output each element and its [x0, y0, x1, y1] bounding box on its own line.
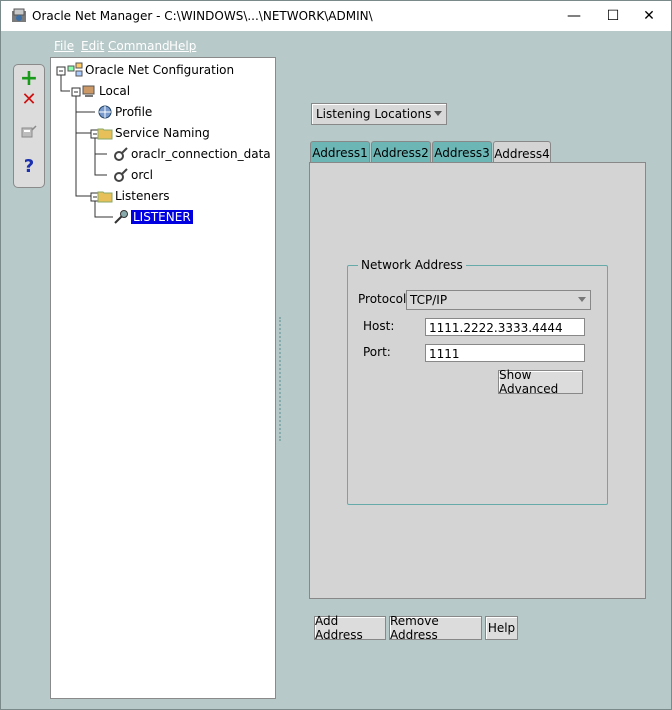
tree-label: Local [99, 84, 131, 98]
protocol-value: TCP/IP [410, 293, 448, 307]
service-icon [113, 167, 129, 183]
delete-x-icon: ✕ [21, 89, 37, 110]
remove-address-button[interactable]: Remove Address [389, 614, 482, 642]
globe-icon [97, 104, 113, 120]
splitter-handle[interactable] [279, 317, 284, 441]
vertical-toolbar: + ✕ ? [13, 64, 45, 188]
network-config-icon [67, 62, 83, 78]
group-title: Network Address [358, 258, 466, 272]
menu-edit[interactable]: Edit [81, 39, 104, 53]
title-bar: Oracle Net Manager - C:\WINDOWS\...\NETW… [1, 1, 671, 31]
window-title: Oracle Net Manager - C:\WINDOWS\...\NETW… [32, 9, 373, 23]
tree-node-profile[interactable]: Profile [97, 103, 152, 121]
question-mark-icon: ? [23, 156, 35, 177]
menu-file[interactable]: File [54, 39, 74, 53]
service-icon [113, 146, 129, 162]
folder-icon [97, 188, 113, 204]
main-window: Oracle Net Manager - C:\WINDOWS\...\NETW… [0, 0, 672, 710]
tab-address3[interactable]: Address3 [432, 141, 492, 164]
protocol-select[interactable]: TCP/IP [406, 290, 591, 310]
listener-icon [113, 209, 129, 225]
host-input[interactable]: 1111.2222.3333.4444 [425, 318, 585, 336]
tree-label: Profile [115, 105, 153, 119]
help-toolbar-button[interactable]: ? [19, 157, 39, 177]
plus-icon: + [19, 66, 39, 91]
add-address-button[interactable]: Add Address [314, 614, 386, 642]
chevron-down-icon [578, 297, 586, 302]
tree-label-selected: LISTENER [131, 210, 193, 224]
tree-node-service-orcl[interactable]: orcl [113, 166, 153, 184]
tree-label: Service Naming [115, 126, 210, 140]
tree-node-listener[interactable]: LISTENER [113, 208, 193, 226]
tree-label: Oracle Net Configuration [85, 63, 235, 77]
test-service-button[interactable] [19, 123, 39, 143]
create-button[interactable]: + [19, 66, 39, 91]
tree-label: Listeners [115, 189, 170, 203]
close-button[interactable]: ✕ [626, 1, 672, 31]
tree-node-service-oraclr[interactable]: oraclr_connection_data [113, 145, 271, 163]
tab-address1[interactable]: Address1 [310, 141, 370, 164]
oracle-net-app-icon [11, 8, 27, 24]
local-computer-icon [81, 83, 97, 99]
protocol-label: Protocol: [358, 292, 411, 306]
tree-label: oraclr_connection_data [131, 147, 271, 161]
folder-icon [97, 125, 113, 141]
port-input[interactable]: 1111 [425, 344, 585, 362]
show-advanced-button[interactable]: Show Advanced [498, 368, 583, 396]
view-selector-value: Listening Locations [316, 107, 432, 121]
tree-node-service-naming[interactable]: Service Naming [97, 124, 210, 142]
port-label: Port: [363, 345, 391, 359]
tree-node-net-configuration[interactable]: Oracle Net Configuration [67, 61, 234, 79]
tab-address2[interactable]: Address2 [371, 141, 431, 164]
menu-bar: File Edit Command Help [1, 32, 671, 56]
tree-label: orcl [131, 168, 153, 182]
host-label: Host: [363, 319, 395, 333]
navigator-tree: Oracle Net Configuration Local Profile S… [50, 57, 276, 699]
delete-button[interactable]: ✕ [19, 90, 39, 110]
view-selector-dropdown[interactable]: Listening Locations [311, 103, 447, 125]
menu-command[interactable]: Command [108, 39, 170, 53]
test-plug-icon [20, 124, 38, 143]
tree-node-listeners[interactable]: Listeners [97, 187, 170, 205]
menu-help[interactable]: Help [169, 39, 196, 53]
tree-node-local[interactable]: Local [81, 82, 130, 100]
help-button[interactable]: Help [485, 616, 518, 640]
chevron-down-icon [434, 111, 442, 116]
